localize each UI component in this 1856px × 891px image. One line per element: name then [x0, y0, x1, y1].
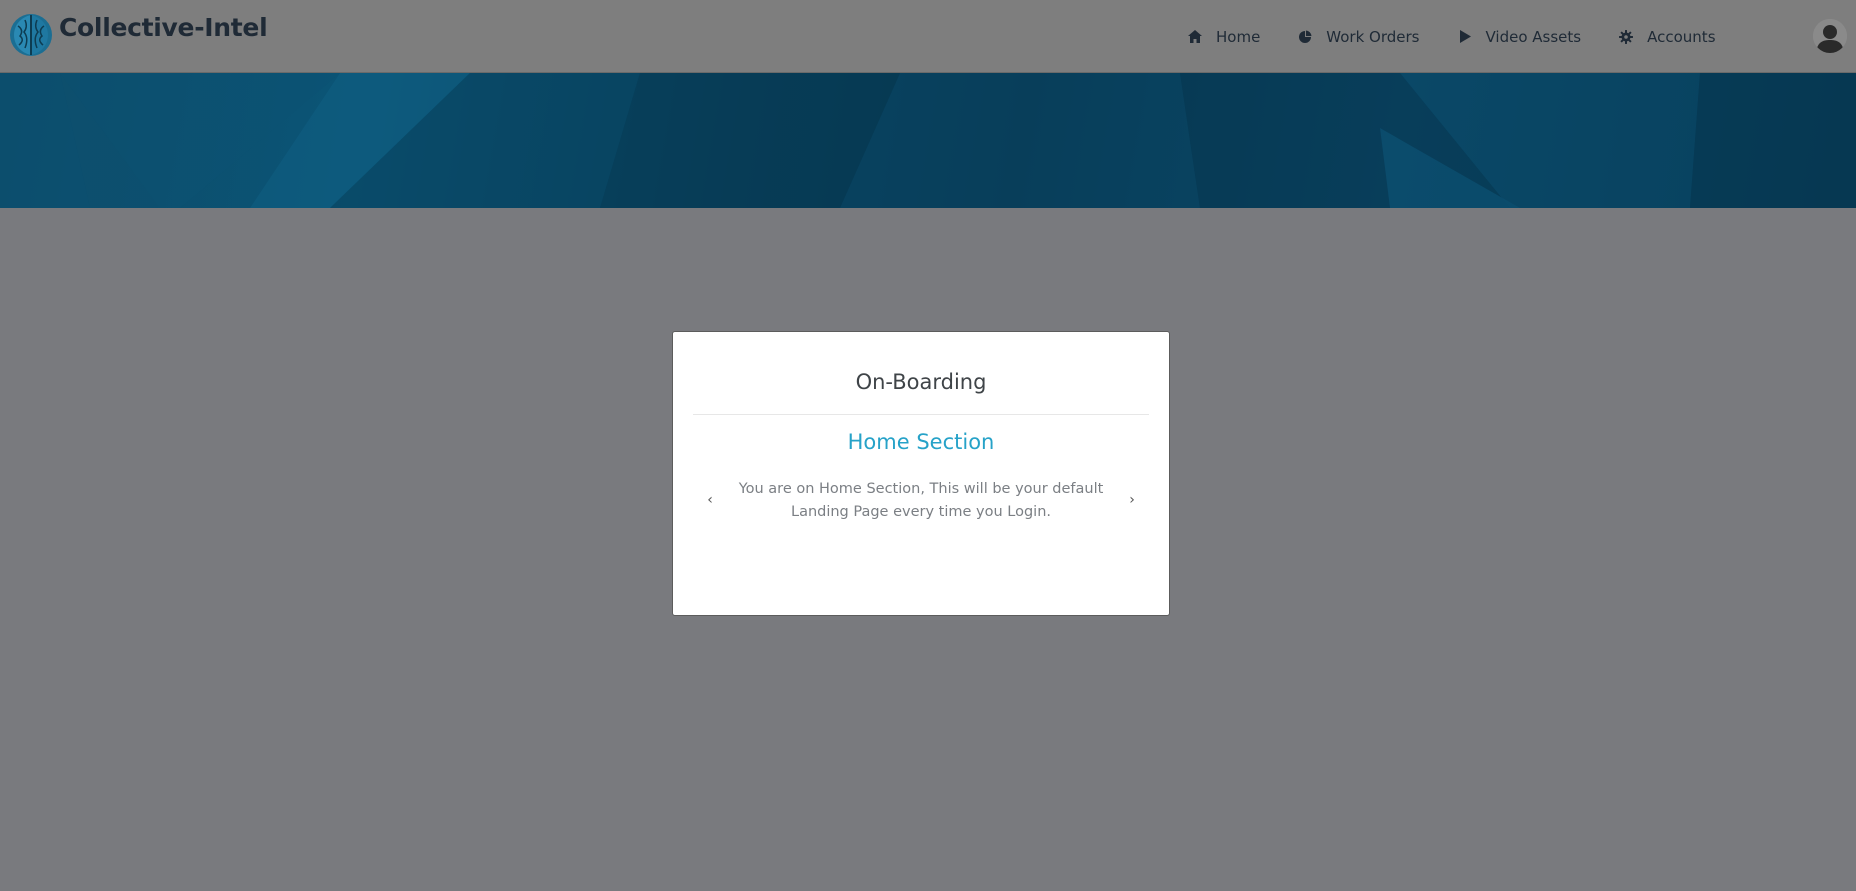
nav-accounts[interactable]: Accounts	[1617, 22, 1716, 52]
next-arrow-icon[interactable]: ›	[1125, 492, 1139, 508]
brain-logo-icon[interactable]	[8, 12, 54, 58]
nav-home[interactable]: Home	[1186, 22, 1260, 52]
hero-banner	[0, 73, 1856, 208]
gear-icon	[1617, 28, 1635, 46]
pie-chart-icon	[1296, 28, 1314, 46]
nav-work-orders-label: Work Orders	[1326, 27, 1420, 46]
main-nav: Home Work Orders Video Assets Accounts	[1186, 0, 1752, 73]
nav-work-orders[interactable]: Work Orders	[1296, 22, 1420, 52]
nav-home-label: Home	[1216, 27, 1261, 46]
banner-polygon-pattern	[0, 73, 1856, 208]
prev-arrow-icon[interactable]: ‹	[703, 492, 717, 508]
onboarding-modal: On-Boarding Home Section ‹ You are on Ho…	[672, 331, 1170, 616]
nav-video-assets[interactable]: Video Assets	[1456, 22, 1582, 52]
modal-title: On-Boarding	[855, 370, 987, 394]
user-avatar-icon[interactable]	[1813, 19, 1847, 53]
nav-video-assets-label: Video Assets	[1485, 27, 1582, 46]
play-icon	[1456, 28, 1474, 46]
section-description: You are on Home Section, This will be yo…	[738, 481, 1104, 520]
section-title: Home Section	[847, 430, 995, 454]
brand-name[interactable]: Collective-Intel	[59, 13, 268, 42]
nav-accounts-label: Accounts	[1647, 27, 1716, 46]
modal-divider	[693, 414, 1149, 415]
home-icon	[1186, 28, 1204, 46]
top-navbar: Collective-Intel Home Work Orders Video …	[0, 0, 1856, 73]
